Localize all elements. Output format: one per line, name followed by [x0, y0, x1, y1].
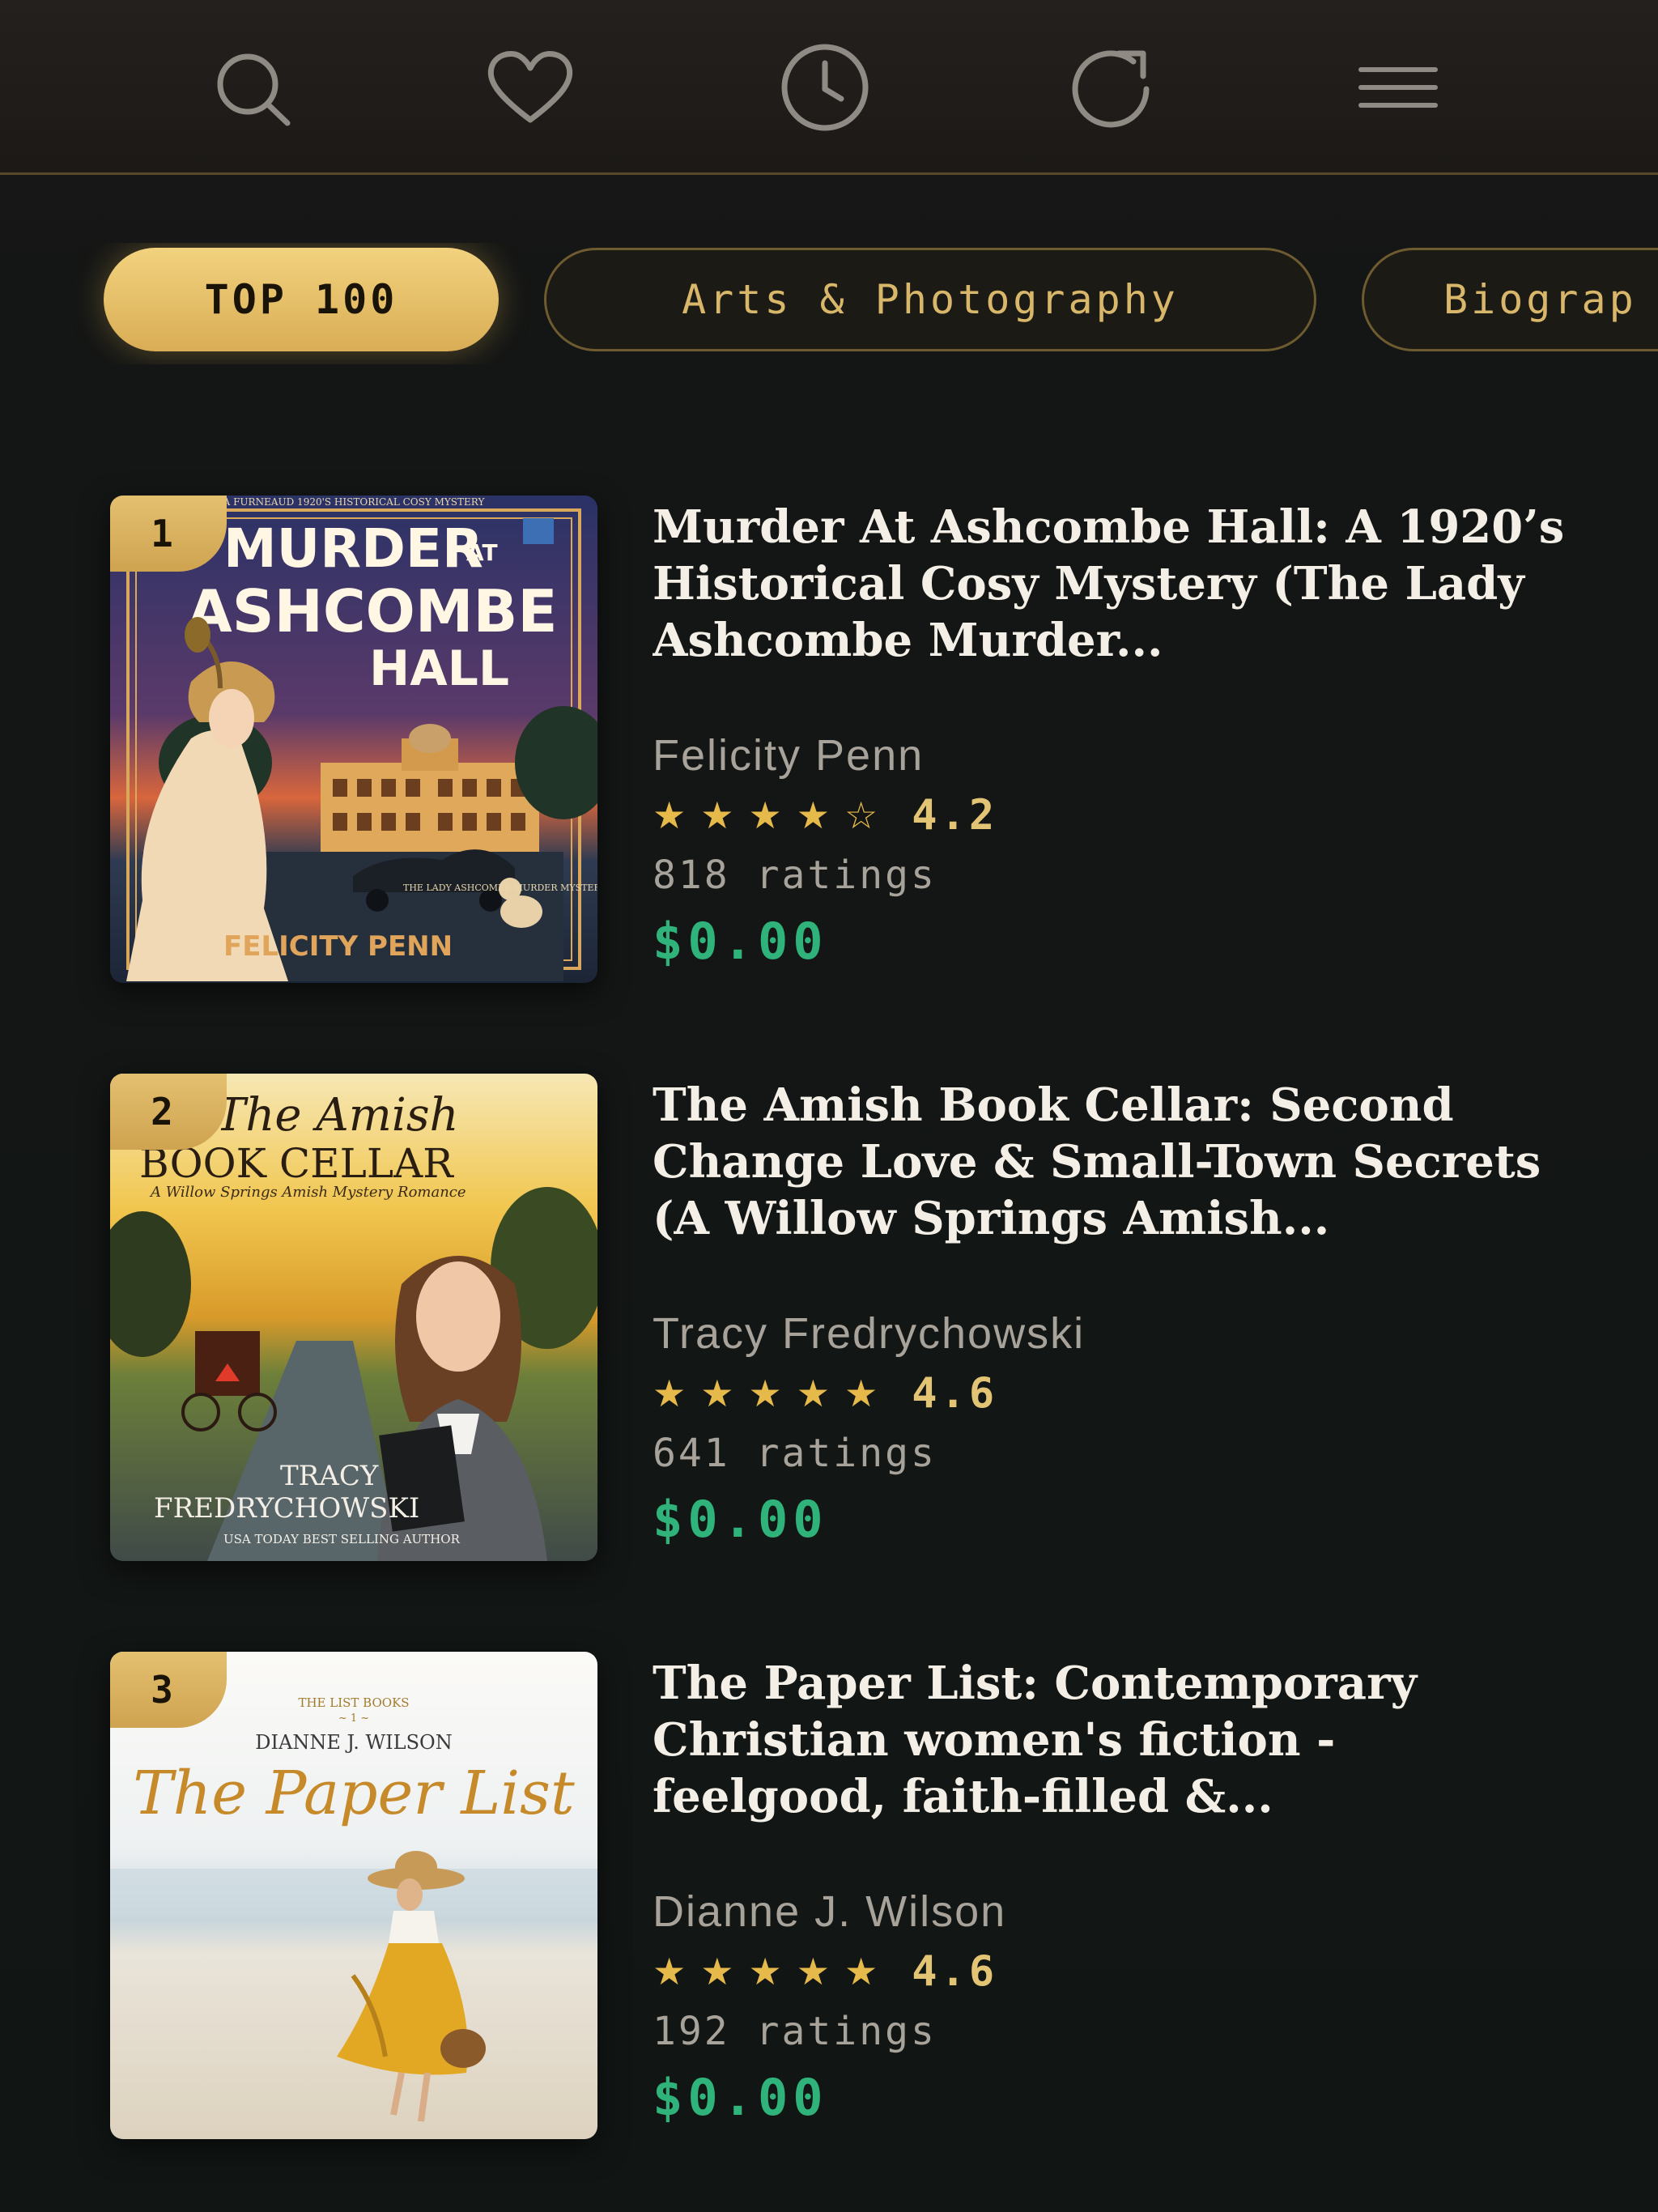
- book-title[interactable]: Murder At Ashcombe Hall: A 1920’s Histor…: [653, 499, 1584, 725]
- favorites-button[interactable]: [478, 39, 583, 136]
- clock-icon: [781, 44, 869, 131]
- rating-row: ★★★★★ 4.6: [653, 1362, 1584, 1425]
- cover-author-line1: TRACY: [280, 1460, 379, 1492]
- book-list-item[interactable]: The Amish BOOK CELLAR A Willow Springs A…: [0, 1074, 1658, 1568]
- chip-top-100[interactable]: TOP 100: [104, 248, 499, 351]
- ratings-count: 192 ratings: [653, 2009, 937, 2054]
- menu-button[interactable]: [1346, 39, 1451, 136]
- chip-biography[interactable]: Biograp: [1362, 248, 1658, 351]
- cover-series-number: ~ 1 ~: [338, 1712, 369, 1725]
- ratings-count: 641 ratings: [653, 1431, 937, 1476]
- book-price: $0.00: [653, 1490, 828, 1549]
- cover-script-title: The Amish: [215, 1089, 459, 1142]
- cover-tagline: USA TODAY BEST SELLING AUTHOR: [223, 1532, 461, 1546]
- cover-title-text: The Paper List: [133, 1759, 575, 1828]
- rank-badge: 2: [110, 1074, 227, 1150]
- cover-top-text: A FURNEAUD 1920'S HISTORICAL COSY MYSTER…: [223, 496, 486, 508]
- book-info: The Paper List: Contemporary Christian w…: [653, 1652, 1584, 2127]
- rating-score: 4.6: [912, 1369, 998, 1418]
- chip-arts-photography[interactable]: Arts & Photography: [544, 248, 1316, 351]
- category-chip-row: TOP 100 Arts & Photography Biograp: [0, 243, 1658, 364]
- refresh-icon: [1072, 50, 1150, 128]
- book-author: Felicity Penn: [653, 731, 925, 780]
- star-rating-icon: ★★★★☆: [653, 793, 893, 837]
- rating-row: ★★★★☆ 4.2: [653, 784, 1584, 847]
- cover-title-line1: MURDER: [223, 517, 483, 580]
- book-info: Murder At Ashcombe Hall: A 1920’s Histor…: [653, 496, 1584, 971]
- book-author: Dianne J. Wilson: [653, 1887, 1007, 1936]
- rank-badge: 3: [110, 1652, 227, 1728]
- book-title[interactable]: The Paper List: Contemporary Christian w…: [653, 1655, 1584, 1882]
- cover-author-text: DIANNE J. WILSON: [255, 1731, 452, 1754]
- history-button[interactable]: [772, 39, 878, 136]
- rating-score: 4.6: [912, 1947, 998, 1996]
- cover-series-text: THE LADY ASHCOMBE MURDER MYSTERIES: [403, 883, 597, 893]
- app-root: TOP 100 Arts & Photography Biograp A FUR…: [0, 0, 1658, 2212]
- star-rating-icon: ★★★★★: [653, 1372, 893, 1415]
- heart-icon: [487, 51, 573, 123]
- cover-subtitle-text: A Willow Springs Amish Mystery Romance: [149, 1184, 466, 1201]
- ratings-count: 818 ratings: [653, 853, 937, 898]
- cover-series-text: THE LIST BOOKS: [298, 1695, 409, 1710]
- rating-score: 4.2: [912, 791, 998, 840]
- book-author: Tracy Fredrychowski: [653, 1309, 1086, 1358]
- search-button[interactable]: [198, 39, 304, 136]
- rating-row: ★★★★★ 4.6: [653, 1940, 1584, 2003]
- refresh-button[interactable]: [1058, 39, 1163, 136]
- menu-icon: [1358, 67, 1438, 108]
- book-info: The Amish Book Cellar: Second Change Lov…: [653, 1074, 1584, 1549]
- star-rating-icon: ★★★★★: [653, 1950, 893, 1993]
- book-price: $0.00: [653, 912, 828, 971]
- cover-title-at: AT: [466, 539, 498, 566]
- cover-title-line2: ASHCOMBE: [187, 577, 558, 645]
- book-list-item[interactable]: THE LIST BOOKS ~ 1 ~ DIANNE J. WILSON Th…: [0, 1652, 1658, 2146]
- book-price: $0.00: [653, 2068, 828, 2127]
- cover-author-line2: FREDRYCHOWSKI: [154, 1492, 419, 1525]
- book-title[interactable]: The Amish Book Cellar: Second Change Lov…: [653, 1077, 1584, 1304]
- book-list-item[interactable]: A FURNEAUD 1920'S HISTORICAL COSY MYSTER…: [0, 496, 1658, 989]
- cover-author-text: FELICITY PENN: [223, 930, 453, 963]
- search-icon: [217, 53, 291, 126]
- cover-title-line3: HALL: [369, 640, 509, 697]
- top-nav-bar: [0, 0, 1658, 175]
- rank-badge: 1: [110, 496, 227, 572]
